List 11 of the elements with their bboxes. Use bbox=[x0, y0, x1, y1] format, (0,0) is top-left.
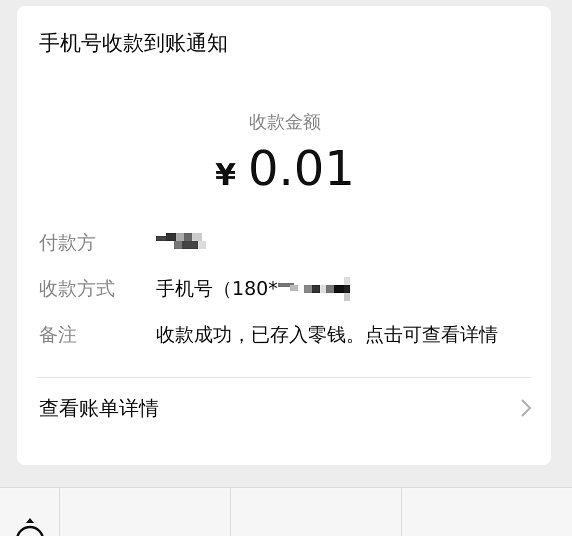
amount-value: 0.01 bbox=[248, 141, 355, 197]
card-title: 手机号收款到账通知 bbox=[39, 30, 229, 56]
amount-label: 收款金额 bbox=[248, 111, 322, 135]
chevron-right-icon bbox=[521, 399, 531, 417]
bill-details-link[interactable]: 查看账单详情 bbox=[39, 378, 531, 438]
payment-method-value: 手机号（180* bbox=[156, 277, 278, 301]
remark-text: 收款成功，已存入零钱。点击可查看详情 bbox=[156, 323, 498, 347]
currency-symbol: ¥ bbox=[215, 158, 236, 193]
detail-label: 收款方式 bbox=[39, 277, 116, 301]
detail-label: 备注 bbox=[39, 323, 78, 347]
detail-label: 付款方 bbox=[39, 231, 97, 255]
